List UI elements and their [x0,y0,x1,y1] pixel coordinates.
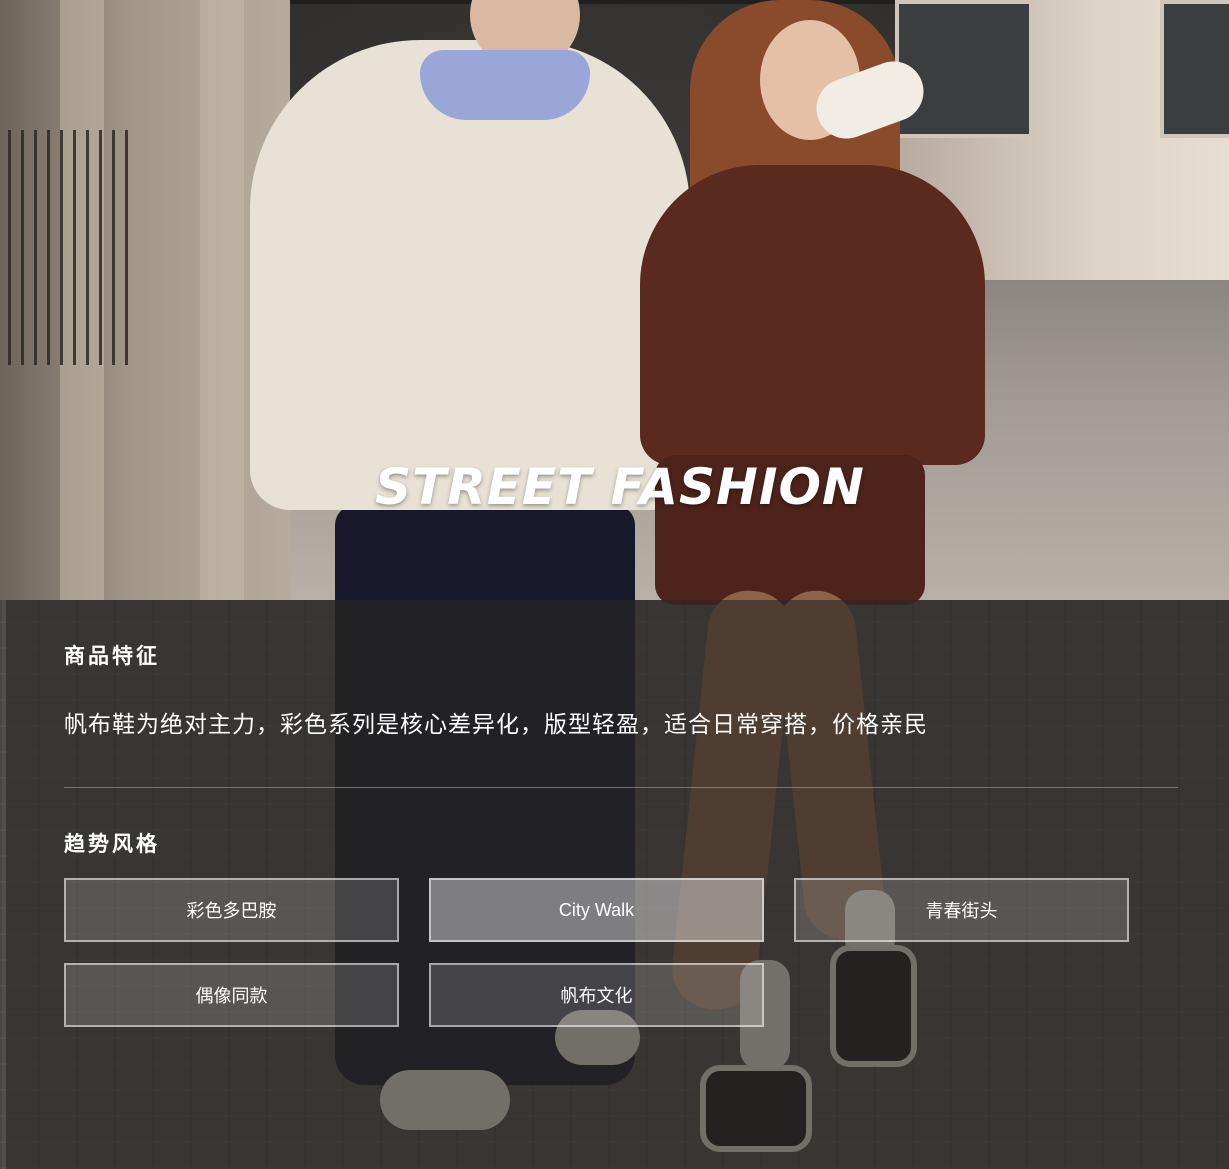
iron-fence [8,130,133,365]
trend-tag-canvas-culture[interactable]: 帆布文化 [429,963,764,1027]
trend-tag-colorful-dopamine[interactable]: 彩色多巴胺 [64,878,399,942]
trend-tag-idol-same-style[interactable]: 偶像同款 [64,963,399,1027]
woman-cardigan [640,165,985,465]
street-fashion-logo: STREET FASHION [375,458,865,516]
trend-tag-city-walk[interactable]: City Walk [429,878,764,942]
building-window [1160,0,1229,138]
features-heading: 商品特征 [64,644,160,668]
features-description: 帆布鞋为绝对主力，彩色系列是核心差异化，版型轻盈，适合日常穿搭，价格亲民 [64,712,928,738]
section-divider [64,787,1178,788]
man-collar [420,50,590,120]
trends-heading: 趋势风格 [64,832,160,856]
trend-tag-youth-street[interactable]: 青春街头 [794,878,1129,942]
building-window [895,0,1033,138]
